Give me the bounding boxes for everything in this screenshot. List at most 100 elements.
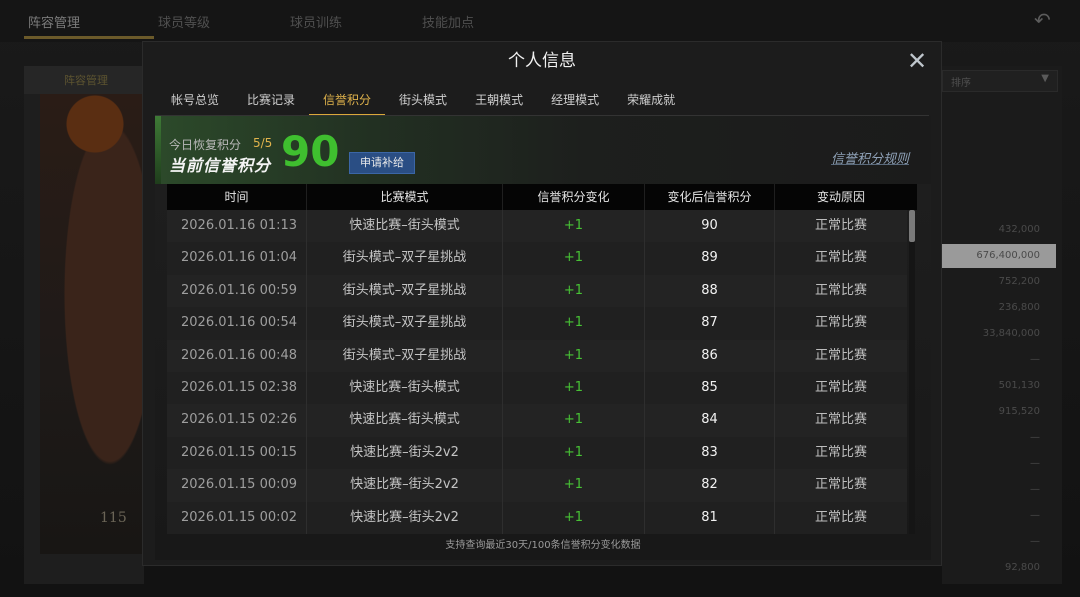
- table-row: 2026.01.16 00:59 街头模式–双子星挑战 +1 88 正常比赛: [167, 274, 907, 308]
- cell-mode: 街头模式–双子星挑战: [307, 339, 503, 372]
- cell-time: 2026.01.16 00:48: [167, 339, 307, 372]
- banner-accent: [155, 116, 161, 184]
- tab-account-overview[interactable]: 帐号总览: [157, 86, 233, 114]
- cell-mode: 快速比赛–街头2v2: [307, 436, 503, 470]
- personal-info-modal: 个人信息 ✕ 帐号总览 比赛记录 信誉积分 街头模式 王朝模式 经理模式 荣耀成…: [142, 41, 942, 566]
- tab-honor-achievements[interactable]: 荣耀成就: [613, 86, 689, 114]
- cell-after: 85: [645, 371, 775, 405]
- table-scrollbar-track[interactable]: [909, 210, 915, 534]
- background-value-row: 676,400,000: [942, 244, 1056, 268]
- background-value-row: 915,520: [998, 406, 1040, 417]
- background-sort-select[interactable]: 排序 ▼: [942, 70, 1058, 92]
- cell-mode: 街头模式–双子星挑战: [307, 274, 503, 308]
- cell-after: 87: [645, 307, 775, 340]
- credit-score-panel: 今日恢复积分 5/5 当前信誉积分 90 申请补给 信誉积分规则 时间 比赛模式…: [155, 116, 931, 560]
- background-tab[interactable]: 技能加点: [422, 12, 474, 31]
- player-portrait: [40, 94, 144, 554]
- apply-supply-button[interactable]: 申请补给: [349, 152, 415, 174]
- cell-mode: 快速比赛–街头2v2: [307, 501, 503, 534]
- cell-mode: 快速比赛–街头模式: [307, 404, 503, 437]
- today-recovery-label: 今日恢复积分: [169, 138, 242, 152]
- table-body: 2026.01.16 01:13 快速比赛–街头模式 +1 90 正常比赛 20…: [167, 210, 907, 534]
- cell-change: +1: [503, 274, 645, 308]
- background-value-row: 501,130: [998, 380, 1040, 391]
- credit-score-rules-link[interactable]: 信誉积分规则: [831, 148, 909, 167]
- cell-time: 2026.01.15 02:26: [167, 404, 307, 437]
- cell-reason: 正常比赛: [814, 315, 867, 331]
- cell-mode: 街头模式–双子星挑战: [307, 307, 503, 340]
- today-recovery-value: 5/5: [253, 136, 273, 150]
- column-header-time: 时间: [167, 184, 307, 210]
- current-score-value: 90: [281, 127, 340, 176]
- cell-change: +1: [503, 210, 645, 243]
- cell-time: 2026.01.15 00:15: [167, 436, 307, 470]
- table-row: 2026.01.15 00:15 快速比赛–街头2v2 +1 83 正常比赛: [167, 436, 907, 470]
- table-row: 2026.01.15 02:26 快速比赛–街头模式 +1 84 正常比赛: [167, 404, 907, 437]
- cell-after: 89: [645, 242, 775, 275]
- cell-reason: 正常比赛: [814, 444, 867, 460]
- background-value-row: —: [1030, 458, 1040, 469]
- back-arrow-icon[interactable]: ↶: [1034, 10, 1060, 30]
- modal-tabs: 帐号总览 比赛记录 信誉积分 街头模式 王朝模式 经理模式 荣耀成就: [157, 86, 689, 116]
- cell-reason: 正常比赛: [814, 509, 867, 525]
- cell-time: 2026.01.16 00:54: [167, 307, 307, 340]
- cell-change: +1: [503, 242, 645, 275]
- background-tab[interactable]: 阵容管理: [28, 12, 80, 31]
- cell-reason: 正常比赛: [814, 412, 867, 428]
- tab-dynasty-mode[interactable]: 王朝模式: [461, 86, 537, 114]
- table-row: 2026.01.15 00:02 快速比赛–街头2v2 +1 81 正常比赛: [167, 501, 907, 534]
- background-tab[interactable]: 球员等级: [158, 12, 210, 31]
- cell-reason: 正常比赛: [814, 218, 867, 233]
- background-topbar: 阵容管理 球员等级 球员训练 技能加点 ↶: [0, 0, 1080, 42]
- background-value-row: 92,800: [1005, 562, 1040, 573]
- background-value-row: —: [1030, 354, 1040, 365]
- cell-time: 2026.01.16 01:13: [167, 210, 307, 243]
- background-value-row: —: [1030, 510, 1040, 521]
- column-header-after: 变化后信誉积分: [645, 184, 775, 210]
- cell-reason: 正常比赛: [814, 347, 867, 363]
- cell-reason: 正常比赛: [814, 250, 867, 266]
- modal-title: 个人信息: [508, 51, 576, 71]
- cell-time: 2026.01.16 00:59: [167, 274, 307, 308]
- cell-reason: 正常比赛: [814, 282, 867, 298]
- background-left-header: 阵容管理: [24, 66, 144, 94]
- column-header-reason: 变动原因: [816, 190, 865, 204]
- cell-after: 82: [645, 469, 775, 502]
- background-left-header-label: 阵容管理: [64, 74, 108, 87]
- cell-change: +1: [503, 404, 645, 437]
- cell-change: +1: [503, 501, 645, 534]
- cell-after: 88: [645, 274, 775, 308]
- background-sort-value: 排序: [951, 78, 971, 89]
- column-header-mode: 比赛模式: [307, 184, 503, 210]
- background-value-row: —: [1030, 536, 1040, 547]
- background-value-row: 752,200: [998, 276, 1040, 287]
- cell-reason: 正常比赛: [814, 477, 867, 493]
- cell-mode: 快速比赛–街头模式: [307, 371, 503, 405]
- close-icon[interactable]: ✕: [905, 49, 929, 74]
- current-score-label: 当前信誉积分: [169, 156, 272, 175]
- background-tab[interactable]: 球员训练: [290, 12, 342, 31]
- background-value-row: —: [1030, 432, 1040, 443]
- cell-mode: 街头模式–双子星挑战: [307, 242, 503, 275]
- table-scrollbar-thumb[interactable]: [909, 210, 915, 242]
- cell-time: 2026.01.16 01:04: [167, 242, 307, 275]
- tab-credit-score[interactable]: 信誉积分: [309, 86, 386, 116]
- table-row: 2026.01.16 00:48 街头模式–双子星挑战 +1 86 正常比赛: [167, 339, 907, 372]
- cell-after: 86: [645, 339, 775, 372]
- table-header: 时间 比赛模式 信誉积分变化 变化后信誉积分 变动原因: [167, 184, 917, 210]
- cell-after: 90: [645, 210, 775, 243]
- credit-score-table: 时间 比赛模式 信誉积分变化 变化后信誉积分 变动原因 2026.01.16 0…: [167, 184, 917, 534]
- table-row: 2026.01.16 00:54 街头模式–双子星挑战 +1 87 正常比赛: [167, 307, 907, 340]
- query-limit-note: 支持查询最近30天/100条信誉积分变化数据: [445, 540, 641, 551]
- background-value-row: 236,800: [998, 302, 1040, 313]
- tab-match-records[interactable]: 比赛记录: [233, 86, 309, 114]
- tab-street-mode[interactable]: 街头模式: [385, 86, 461, 114]
- background-tab-underline: [24, 36, 154, 39]
- cell-change: +1: [503, 339, 645, 372]
- cell-change: +1: [503, 307, 645, 340]
- cell-after: 81: [645, 501, 775, 534]
- tab-manager-mode[interactable]: 经理模式: [537, 86, 613, 114]
- score-banner: 今日恢复积分 5/5 当前信誉积分 90 申请补给 信誉积分规则: [155, 116, 931, 184]
- cell-mode: 快速比赛–街头模式: [307, 210, 503, 243]
- caret-down-icon: ▼: [1041, 73, 1049, 84]
